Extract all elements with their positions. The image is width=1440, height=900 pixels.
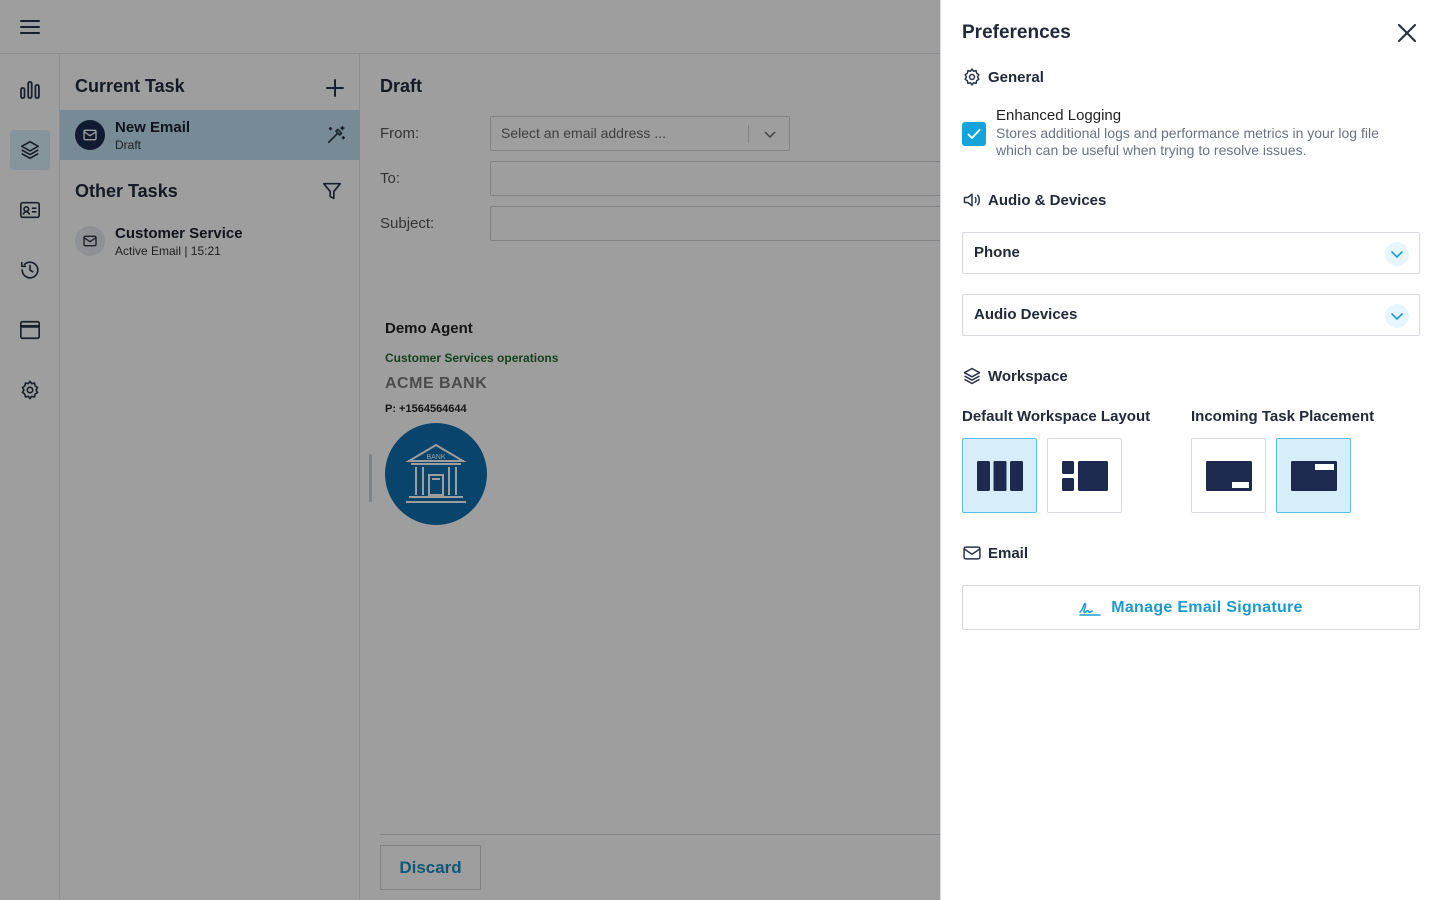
layout-option-three-column[interactable] [962,438,1037,513]
chevron-down-icon [1385,304,1409,328]
manage-email-signature-label: Manage Email Signature [1111,598,1303,616]
email-heading-label: Email [988,544,1029,562]
close-button[interactable] [1396,22,1418,44]
enhanced-logging-description: Stores additional logs and performance m… [996,125,1379,158]
enhanced-logging-label: Enhanced Logging [996,107,1122,124]
incoming-placement-label: Incoming Task Placement [1191,408,1375,425]
three-column-layout-icon [976,460,1023,491]
placement-option-top-right[interactable] [1276,438,1351,513]
audio-devices-accordion[interactable]: Audio Devices [962,294,1420,336]
manage-email-signature-button[interactable]: Manage Email Signature [962,585,1420,630]
enhanced-logging-checkbox[interactable] [962,122,986,146]
close-icon [1397,23,1417,43]
preferences-drawer: Preferences General Enhanced Logging Sto… [940,0,1440,900]
modal-overlay[interactable] [0,0,940,900]
phone-accordion-label: Phone [974,244,1020,261]
audio-heading-label: Audio & Devices [988,191,1107,209]
layers-icon [963,367,981,385]
signature-icon [1079,602,1101,616]
phone-accordion[interactable]: Phone [962,232,1420,274]
placement-option-bottom-right[interactable] [1191,438,1266,513]
default-layout-label: Default Workspace Layout [962,408,1151,425]
bottom-right-placement-icon [1205,460,1252,491]
workspace-heading: Workspace [962,365,1068,387]
gear-icon [964,68,980,86]
chevron-down-icon [1385,242,1409,266]
general-heading-label: General [988,68,1044,86]
email-heading: Email [962,542,1028,564]
audio-heading: Audio & Devices [962,189,1106,211]
drawer-title: Preferences [962,22,1071,43]
layout-option-split[interactable] [1047,438,1122,513]
workspace-heading-label: Workspace [988,367,1068,385]
envelope-icon [963,546,981,560]
split-layout-icon [1061,460,1108,491]
general-heading: General [962,66,1044,88]
speaker-icon [963,193,980,207]
top-right-placement-icon [1290,460,1337,491]
audio-devices-accordion-label: Audio Devices [974,306,1078,323]
checkmark-icon [967,129,981,139]
